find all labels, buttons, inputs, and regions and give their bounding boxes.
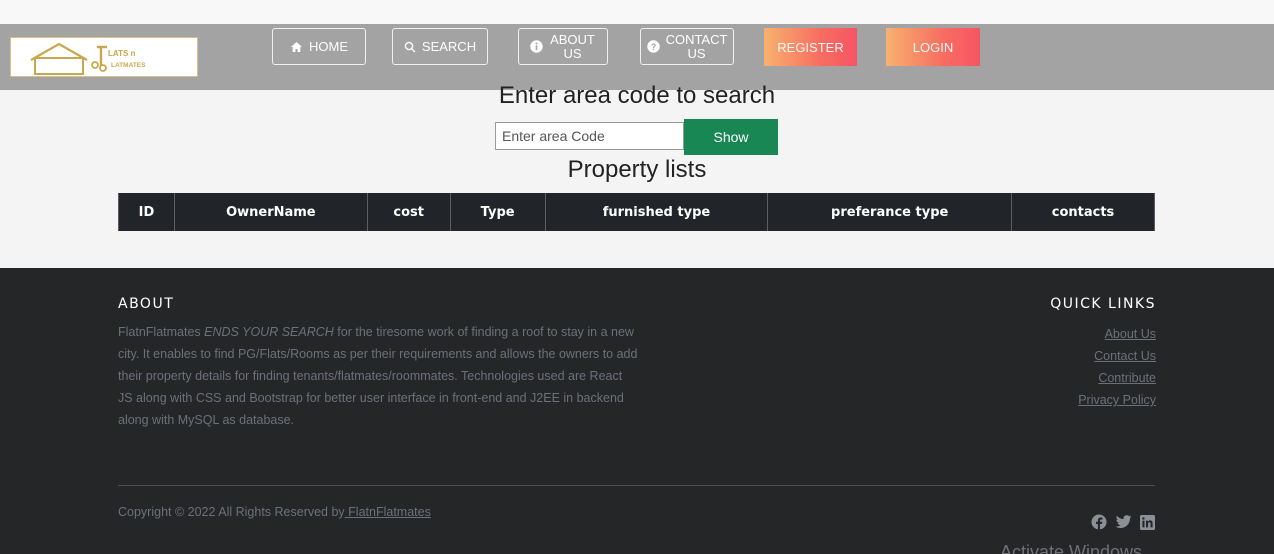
about-paragraph: FlatnFlatmates ENDS YOUR SEARCH for the … [118, 321, 638, 431]
home-icon [290, 41, 303, 53]
copyright-link[interactable]: FlatnFlatmates [345, 505, 431, 519]
copyright-text: Copyright © 2022 All Rights Reserved by [118, 505, 345, 519]
nav-home-button[interactable]: HOME [272, 28, 366, 65]
col-type: Type [449, 193, 546, 231]
col-id: ID [118, 193, 175, 231]
search-heading: Enter area code to search [498, 82, 776, 109]
property-table: ID OwnerName cost Type furnished type pr… [118, 193, 1155, 231]
nav-about-button[interactable]: ABOUT US [518, 28, 608, 65]
about-emphasis: ENDS YOUR SEARCH [204, 325, 334, 339]
copyright: Copyright © 2022 All Rights Reserved by … [118, 505, 431, 519]
quick-links-heading: QUICK LINKS [1050, 296, 1156, 312]
register-button[interactable]: REGISTER [764, 28, 857, 66]
col-furnished-type: furnished type [544, 193, 769, 231]
svg-text:?: ? [650, 42, 656, 52]
quick-links-list: About Us Contact Us Contribute Privacy P… [1078, 323, 1156, 411]
nav-contact-label: CONTACT US [665, 31, 728, 61]
quick-link-about-us[interactable]: About Us [1105, 327, 1156, 341]
house-logo-icon: LATS n LATMATES [30, 42, 146, 75]
about-brand: FlatnFlatmates [118, 325, 205, 339]
navbar: LATS n LATMATES HOME SEARCH ABOUT US ? C… [0, 24, 1274, 90]
footer: ABOUT FlatnFlatmates ENDS YOUR SEARCH fo… [0, 268, 1274, 554]
nav-contact-button[interactable]: ? CONTACT US [640, 28, 734, 65]
activate-windows-watermark: Activate Windows [1000, 542, 1143, 554]
search-icon [404, 41, 416, 53]
area-code-input[interactable] [495, 122, 684, 150]
logo-text-bottom: LATMATES [111, 62, 146, 69]
social-links [1090, 514, 1156, 530]
quick-link-contribute[interactable]: Contribute [1098, 371, 1156, 385]
footer-divider [118, 485, 1155, 486]
twitter-icon[interactable] [1114, 514, 1132, 530]
login-button[interactable]: LOGIN [886, 28, 980, 66]
nav-about-label: ABOUT US [550, 31, 595, 61]
info-circle-icon [529, 40, 543, 53]
col-cost: cost [366, 193, 451, 231]
about-heading: ABOUT [118, 296, 175, 312]
question-circle-icon: ? [646, 40, 660, 53]
show-button[interactable]: Show [684, 119, 778, 155]
top-strip [0, 0, 1274, 24]
facebook-icon[interactable] [1090, 514, 1108, 530]
quick-link-privacy-policy[interactable]: Privacy Policy [1078, 393, 1156, 407]
nav-search-label: SEARCH [421, 38, 477, 54]
logo-text-top: LATS n [108, 49, 136, 58]
nav-home-label: HOME [309, 38, 348, 54]
table-header-row: ID OwnerName cost Type furnished type pr… [118, 193, 1155, 231]
col-owner-name: OwnerName [173, 193, 368, 231]
brand-logo[interactable]: LATS n LATMATES [10, 37, 198, 77]
quick-link-contact-us[interactable]: Contact Us [1094, 349, 1156, 363]
about-body: for the tiresome work of finding a roof … [118, 325, 638, 427]
col-preferance-type: preferance type [767, 193, 1013, 231]
property-list-heading: Property lists [567, 156, 707, 183]
nav-search-button[interactable]: SEARCH [392, 28, 488, 65]
linkedin-icon[interactable] [1138, 514, 1156, 530]
col-contacts: contacts [1011, 193, 1155, 231]
